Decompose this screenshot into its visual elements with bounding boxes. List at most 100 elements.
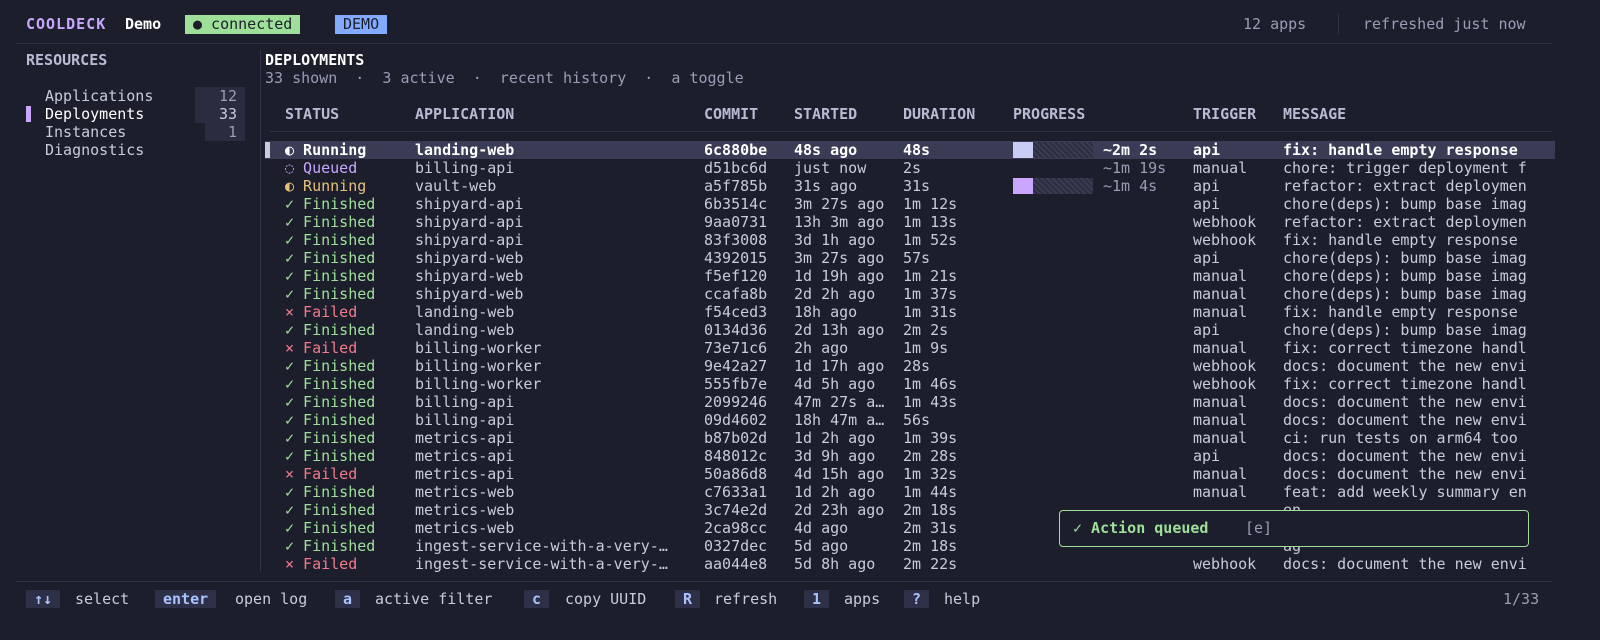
cell-started: 1d 2h ago: [794, 429, 876, 447]
toast-hint: [e]: [1245, 519, 1273, 537]
cell-duration: 2m 22s: [903, 555, 958, 573]
cell-status: × Failed: [285, 303, 358, 321]
column-header-started[interactable]: STARTED: [794, 105, 857, 123]
cell-trigger: manual: [1193, 411, 1248, 429]
cell-started: 47m 27s a…: [794, 393, 885, 411]
cell-started: 13h 3m ago: [794, 213, 885, 231]
table-row[interactable]: ✓ Finished shipyard-api 9aa0731 13h 3m ago 1…: [265, 213, 1555, 231]
shortcut-key-active-filter[interactable]: a: [335, 590, 361, 608]
shortcut-key-select[interactable]: ↑↓: [26, 590, 61, 608]
table-row[interactable]: × Failed landing-web f54ced3 18h ago 1m 31s m…: [265, 303, 1555, 321]
cell-app: landing-web: [415, 321, 515, 339]
column-header-duration[interactable]: DURATION: [903, 105, 975, 123]
shortcut-key-help[interactable]: ?: [904, 590, 930, 608]
table-row[interactable]: ✓ Finished metrics-web c7633a1 1d 2h ago 1m …: [265, 483, 1555, 501]
column-header-progress[interactable]: PROGRESS: [1013, 105, 1085, 123]
cell-duration: 2m 28s: [903, 447, 958, 465]
sidebar-item-instances[interactable]: Instances 1: [45, 123, 245, 141]
cell-duration: 1m 12s: [903, 195, 958, 213]
cell-message: chore(deps): bump base imag: [1283, 267, 1527, 285]
cell-app: shipyard-api: [415, 213, 524, 231]
column-header-trigger[interactable]: TRIGGER: [1193, 105, 1256, 123]
shortcut-key-apps[interactable]: 1: [804, 590, 830, 608]
toast-notification: ✓ Action queued [e]: [1059, 510, 1529, 547]
column-header-application[interactable]: APPLICATION: [415, 105, 514, 123]
cell-app: metrics-api: [415, 465, 515, 483]
table-row[interactable]: ✓ Finished shipyard-api 83f3008 3d 1h ago 1m…: [265, 231, 1555, 249]
sidebar-item-diagnostics[interactable]: Diagnostics: [45, 141, 245, 159]
cell-commit: b87b02d: [704, 429, 768, 447]
cell-duration: 1m 37s: [903, 285, 958, 303]
table-row[interactable]: × Failed billing-worker 73e71c6 2h ago 1m 9s…: [265, 339, 1555, 357]
cell-message: refactor: extract deploymen: [1283, 177, 1527, 195]
cell-message: refactor: extract deploymen: [1283, 213, 1527, 231]
table-row[interactable]: × Failed metrics-api 50a86d8 4d 15h ago 1m 3…: [265, 465, 1555, 483]
cell-commit: 6c880be: [704, 141, 768, 159]
active-nav-indicator: [26, 106, 31, 122]
cell-trigger: api: [1193, 321, 1221, 339]
cell-commit: 50a86d8: [704, 465, 768, 483]
cell-commit: 0134d36: [704, 321, 768, 339]
column-header-status[interactable]: STATUS: [285, 105, 339, 123]
cell-app: billing-worker: [415, 357, 542, 375]
table-row[interactable]: ✓ Finished billing-api 09d4602 18h 47m a… 56…: [265, 411, 1555, 429]
cell-message: fix: correct timezone handl: [1283, 375, 1527, 393]
cell-commit: f54ced3: [704, 303, 768, 321]
cell-started: 1d 17h ago: [794, 357, 885, 375]
shortcut-label-select: select: [75, 590, 130, 608]
cell-commit: ccafa8b: [704, 285, 768, 303]
cell-app: billing-api: [415, 393, 515, 411]
cell-duration: 48s: [903, 141, 931, 159]
shortcut-key-copy-uuid[interactable]: c: [524, 590, 550, 608]
sidebar-item-deployments[interactable]: Deployments 33: [45, 105, 245, 123]
cell-started: 4d 15h ago: [794, 465, 885, 483]
cell-started: 3d 9h ago: [794, 447, 876, 465]
cell-message: fix: handle empty response: [1283, 303, 1518, 321]
table-row[interactable]: ✓ Finished metrics-api b87b02d 1d 2h ago 1m …: [265, 429, 1555, 447]
cell-app: billing-api: [415, 159, 515, 177]
shortcut-key-open-log[interactable]: enter: [155, 590, 217, 608]
table-row[interactable]: × Failed ingest-service-with-a-very-… aa04…: [265, 555, 1555, 573]
context-name: Demo: [125, 15, 162, 33]
cell-started: 4d ago: [794, 519, 849, 537]
table-row[interactable]: ✓ Finished metrics-api 848012c 3d 9h ago 2m …: [265, 447, 1555, 465]
column-header-message[interactable]: MESSAGE: [1283, 105, 1346, 123]
cell-trigger: api: [1193, 141, 1221, 159]
cell-message: docs: document the new envi: [1283, 411, 1527, 429]
cell-commit: 3c74e2d: [704, 501, 768, 519]
cell-started: 2d 13h ago: [794, 321, 885, 339]
cell-commit: 4392015: [704, 249, 768, 267]
cell-duration: 1m 43s: [903, 393, 958, 411]
sidebar-item-label: Deployments: [45, 105, 145, 123]
cell-started: just now: [794, 159, 867, 177]
table-row[interactable]: ✓ Finished shipyard-api 6b3514c 3m 27s ago 1…: [265, 195, 1555, 213]
progress-eta: ~1m 19s: [1103, 159, 1167, 177]
sidebar-item-applications[interactable]: Applications 12: [45, 87, 245, 105]
column-header-commit[interactable]: COMMIT: [704, 105, 758, 123]
table-row[interactable]: ◐ Running vault-web a5f785b 31s ago 31s api re…: [265, 177, 1555, 195]
cell-status: ✓ Finished: [285, 321, 376, 339]
cell-app: billing-worker: [415, 375, 542, 393]
table-row[interactable]: ✓ Finished shipyard-web f5ef120 1d 19h ago 1…: [265, 267, 1555, 285]
table-row[interactable]: ◐ Running landing-web 6c880be 48s ago 48s api…: [265, 141, 1555, 159]
refresh-status: refreshed just now: [1363, 15, 1526, 33]
shortcut-key-refresh[interactable]: R: [675, 590, 701, 608]
cell-status: × Failed: [285, 465, 358, 483]
cell-message: fix: handle empty response: [1283, 141, 1518, 159]
table-row[interactable]: ✓ Finished billing-api 2099246 47m 27s a… 1m…: [265, 393, 1555, 411]
table-row[interactable]: ✓ Finished shipyard-web 4392015 3m 27s ago 5…: [265, 249, 1555, 267]
cell-status: × Failed: [285, 555, 358, 573]
table-row[interactable]: ✓ Finished billing-worker 555fb7e 4d 5h ago…: [265, 375, 1555, 393]
cell-app: landing-web: [415, 303, 515, 321]
cell-app: shipyard-api: [415, 195, 524, 213]
cell-started: 18h 47m a…: [794, 411, 885, 429]
header-divider: [1338, 14, 1339, 34]
table-row[interactable]: ✓ Finished shipyard-web ccafa8b 2d 2h ago 1m…: [265, 285, 1555, 303]
cell-commit: 2ca98cc: [704, 519, 768, 537]
table-row[interactable]: ✓ Finished billing-worker 9e42a27 1d 17h ag…: [265, 357, 1555, 375]
sidebar-item-count: 33: [195, 105, 245, 123]
cell-status: ✓ Finished: [285, 537, 376, 555]
cell-started: 31s ago: [794, 177, 858, 195]
table-row[interactable]: ✓ Finished landing-web 0134d36 2d 13h ago 2m…: [265, 321, 1555, 339]
table-row[interactable]: ◌ Queued billing-api d51bc6d just now 2s manu…: [265, 159, 1555, 177]
